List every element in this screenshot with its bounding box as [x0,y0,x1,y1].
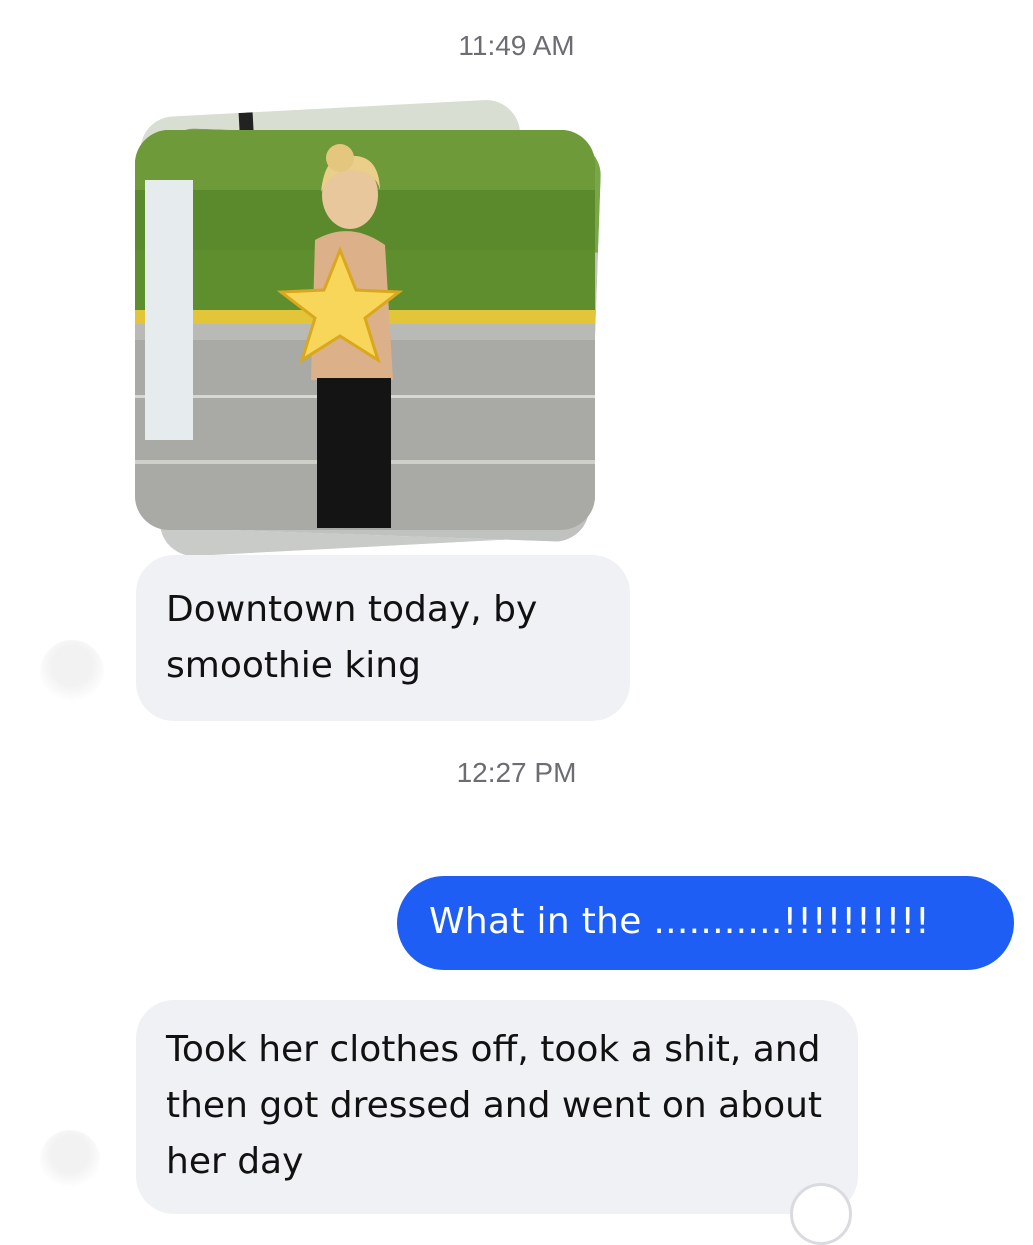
message-bubble-incoming[interactable]: Downtown today, by smoothie king [136,555,630,721]
avatar-placeholder [40,1130,100,1190]
photo-card-front[interactable] [135,130,595,530]
message-text: Took her clothes off, took a shit, and t… [166,1029,823,1182]
timestamp: 11:49 AM [458,30,575,61]
timestamp: 12:27 PM [456,757,577,788]
message-bubble-outgoing[interactable]: What in the ...........!!!!!!!!!! [397,876,1014,970]
message-bubble-incoming[interactable]: Took her clothes off, took a shit, and t… [136,1000,858,1214]
avatar-placeholder [40,640,104,704]
photo-stack[interactable] [130,98,610,558]
message-text: Downtown today, by smoothie king [166,589,538,686]
reaction-button[interactable] [790,1183,852,1245]
message-text: What in the ...........!!!!!!!!!! [429,901,930,942]
street-photo [135,130,595,530]
